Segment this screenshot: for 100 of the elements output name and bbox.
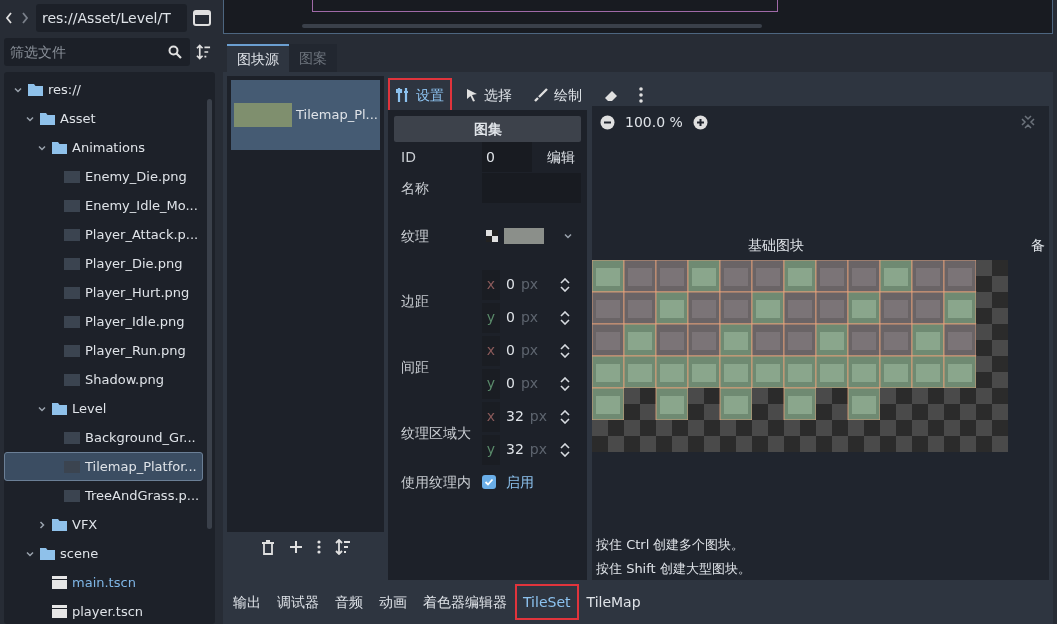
folder-icon <box>52 402 67 415</box>
file-tree-item[interactable]: Animations <box>4 133 203 162</box>
scrollbar[interactable] <box>207 99 212 529</box>
axis-label: x <box>482 335 500 366</box>
file-tree-item[interactable]: Tilemap_Platfor... <box>4 452 203 481</box>
number-spinbox[interactable]: x 32 px <box>482 401 570 432</box>
window-toggle-icon[interactable] <box>193 10 211 26</box>
dropdown-icon[interactable] <box>563 231 573 241</box>
stepper-icon[interactable] <box>560 343 570 358</box>
clapperboard-icon <box>52 576 67 589</box>
file-tree-item[interactable]: Enemy_Die.png <box>4 162 203 191</box>
edit-button[interactable]: 编辑 <box>547 146 581 168</box>
file-tree-item[interactable]: Player_Idle.png <box>4 307 203 336</box>
bottom-panel-tab[interactable]: TileSet <box>515 584 579 620</box>
trash-icon[interactable] <box>260 539 275 555</box>
folder-icon <box>52 141 67 154</box>
bottom-panel-tab[interactable]: 动画 <box>371 584 415 620</box>
zoom-out-icon[interactable] <box>600 114 615 130</box>
property-label: 纹理区域大 <box>400 423 472 443</box>
section-label: 备 <box>1031 235 1045 255</box>
bottom-panel-tab[interactable]: TileMap <box>578 584 649 620</box>
property-label: 边距 <box>400 291 430 311</box>
center-view-icon[interactable] <box>1021 115 1035 129</box>
axis-label: y <box>482 302 500 333</box>
bottom-panel-tab[interactable]: 音频 <box>327 584 371 620</box>
texture-thumbnail-icon <box>504 228 544 244</box>
stepper-icon[interactable] <box>560 409 570 424</box>
sort-icon[interactable] <box>196 44 211 60</box>
file-tree-item[interactable]: Shadow.png <box>4 365 203 394</box>
stepper-icon[interactable] <box>560 376 570 391</box>
hint-text: 按住 Ctrl 创建多个图块。 <box>596 536 746 554</box>
folder-icon <box>40 112 55 125</box>
filter-field[interactable]: 筛选文件 <box>4 38 190 66</box>
toolbar-button[interactable]: 选择 <box>458 78 520 112</box>
zoom-in-icon[interactable] <box>692 114 708 130</box>
number-spinbox[interactable]: y 32 px <box>482 434 570 465</box>
checkbox[interactable] <box>482 475 496 489</box>
search-icon[interactable] <box>168 45 182 59</box>
file-tree-item[interactable]: Asset <box>4 104 203 133</box>
file-tree-item[interactable]: Player_Die.png <box>4 249 203 278</box>
checkmark-icon <box>484 477 494 487</box>
file-tree-item[interactable]: VFX <box>4 510 203 539</box>
image-thumbnail-icon <box>64 344 80 357</box>
path-field[interactable]: res://Asset/Level/T <box>36 4 187 32</box>
back-icon[interactable] <box>4 11 14 25</box>
file-tree-item[interactable]: Level <box>4 394 203 423</box>
image-thumbnail-icon <box>64 199 80 212</box>
sort-icon[interactable] <box>334 539 351 555</box>
image-thumbnail-icon <box>64 228 80 241</box>
property-label: 间距 <box>400 357 430 377</box>
file-tree-item[interactable]: res:// <box>4 75 203 104</box>
bottom-panel-tab[interactable]: 着色器编辑器 <box>415 584 515 620</box>
tileset-texture-drawing[interactable] <box>592 260 1008 452</box>
toolbar-button[interactable]: 绘制 <box>526 78 590 112</box>
file-tree-item[interactable]: TreeAndGrass.p... <box>4 481 203 510</box>
plus-icon[interactable] <box>288 540 303 554</box>
source-item[interactable]: Tilemap_Pl... <box>231 80 380 150</box>
axis-label: x <box>482 401 500 432</box>
tools-icon <box>396 87 410 103</box>
eraser-icon[interactable] <box>604 88 619 102</box>
number-spinbox[interactable]: x 0 px <box>482 269 570 300</box>
number-spinbox[interactable]: y 0 px <box>482 302 570 333</box>
checkbox-label[interactable]: 启用 <box>506 471 534 493</box>
panel-tab[interactable]: 图块源 <box>227 44 289 72</box>
image-thumbnail-icon <box>64 257 80 270</box>
bottom-panel-tab[interactable]: 输出 <box>225 584 269 620</box>
file-tree-item[interactable]: Player_Run.png <box>4 336 203 365</box>
file-tree-item[interactable]: Enemy_Idle_Mo... <box>4 191 203 220</box>
forward-icon[interactable] <box>20 11 30 25</box>
file-tree-item[interactable]: Player_Hurt.png <box>4 278 203 307</box>
stepper-icon[interactable] <box>560 310 570 325</box>
horizontal-scrollbar[interactable] <box>302 24 762 28</box>
axis-label: y <box>482 434 500 465</box>
folder-icon <box>28 83 43 96</box>
hint-text: 按住 Shift 创建大型图块。 <box>596 559 752 578</box>
property-label: 名称 <box>400 178 430 198</box>
axis-label: y <box>482 368 500 399</box>
section-header: 图集 <box>394 116 581 142</box>
file-tree-item[interactable]: Player_Attack.p... <box>4 220 203 249</box>
number-spinbox[interactable]: x 0 px <box>482 335 570 366</box>
file-tree-item[interactable]: main.tscn <box>4 568 203 597</box>
texture-thumbnail-icon <box>234 103 292 127</box>
chevron-right-icon[interactable] <box>37 519 47 530</box>
cursor-icon <box>466 88 478 102</box>
image-thumbnail-icon <box>64 315 80 328</box>
image-thumbnail-icon <box>64 170 80 183</box>
more-icon[interactable] <box>639 87 643 103</box>
clapperboard-icon <box>52 605 67 618</box>
file-tree-item[interactable]: scene <box>4 539 203 568</box>
id-field[interactable]: 0 <box>482 142 532 172</box>
number-spinbox[interactable]: y 0 px <box>482 368 570 399</box>
file-tree-item[interactable]: player.tscn <box>4 597 203 624</box>
brush-icon <box>534 88 548 102</box>
bottom-panel-tab[interactable]: 调试器 <box>269 584 327 620</box>
image-thumbnail-icon <box>64 373 80 386</box>
stepper-icon[interactable] <box>560 442 570 457</box>
more-icon[interactable] <box>316 540 321 554</box>
folder-icon <box>52 518 67 531</box>
stepper-icon[interactable] <box>560 277 570 292</box>
file-tree-item[interactable]: Background_Gr... <box>4 423 203 452</box>
